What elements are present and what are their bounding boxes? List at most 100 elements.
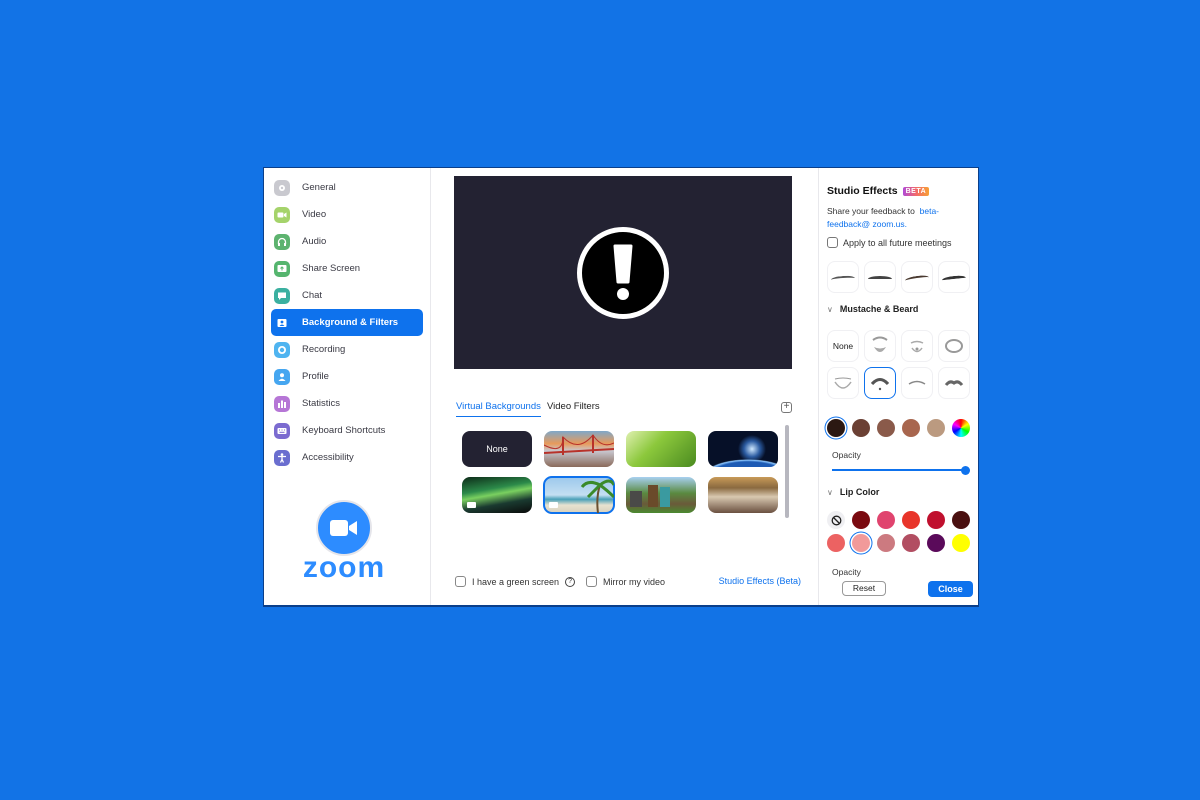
camera-icon: [316, 500, 372, 556]
mustache-opacity-slider[interactable]: [832, 465, 970, 475]
checkbox-box: [827, 237, 838, 248]
green-screen-checkbox[interactable]: I have a green screen ?: [455, 576, 576, 587]
sidebar-item-label: Statistics: [302, 398, 341, 409]
sidebar-item-label: Accessibility: [302, 452, 354, 463]
mustache-none[interactable]: None: [827, 330, 859, 362]
green-screen-label: I have a green screen: [472, 576, 560, 587]
sidebar-item-label: Keyboard Shortcuts: [302, 425, 386, 436]
sidebar-item-recording[interactable]: Recording: [271, 336, 423, 363]
sidebar-item-chat[interactable]: Chat: [271, 282, 423, 309]
background-tabs: Virtual Backgrounds Video Filters +: [454, 401, 794, 421]
sidebar-item-profile[interactable]: Profile: [271, 363, 423, 390]
mustache-beard-heading: Mustache & Beard: [839, 304, 919, 314]
video-preview: [454, 176, 792, 369]
lip-color-swatch[interactable]: [927, 534, 945, 552]
eyebrow-option[interactable]: [938, 261, 970, 293]
warning-icon: [577, 226, 669, 319]
headphones-icon: [274, 233, 290, 250]
feedback-text: Share your feedback to beta-feedback@ zo…: [827, 205, 978, 231]
video-indicator-icon: [467, 502, 476, 508]
sidebar-item-label: General: [302, 182, 336, 193]
mustache-color-swatch[interactable]: [827, 419, 845, 437]
sidebar-item-keyboard-shortcuts[interactable]: Keyboard Shortcuts: [271, 417, 423, 444]
lip-color-swatch[interactable]: [927, 511, 945, 529]
background-earth[interactable]: [708, 431, 778, 467]
close-button[interactable]: Close: [928, 581, 973, 597]
lip-color-swatches-row-2: [827, 534, 970, 552]
eyebrow-option[interactable]: [901, 261, 933, 293]
add-background-button[interactable]: +: [781, 402, 792, 413]
background-northern-lights[interactable]: [462, 477, 532, 513]
eyebrow-option[interactable]: [864, 261, 896, 293]
lip-color-swatch[interactable]: [877, 534, 895, 552]
lip-color-heading: Lip Color: [839, 487, 880, 497]
mustache-option[interactable]: [901, 367, 933, 399]
mustache-color-swatch[interactable]: [852, 419, 870, 437]
studio-effects-panel: Studio Effects BETA Share your feedback …: [818, 168, 978, 605]
eyebrow-option[interactable]: [827, 261, 859, 293]
studio-effects-link[interactable]: Studio Effects (Beta): [719, 576, 801, 586]
mustache-color-swatch[interactable]: [902, 419, 920, 437]
reset-button[interactable]: Reset: [842, 581, 886, 596]
lip-color-none[interactable]: [827, 511, 845, 529]
background-minecraft[interactable]: [626, 477, 696, 513]
zoom-logo: zoom: [299, 500, 389, 584]
sidebar-item-accessibility[interactable]: Accessibility: [271, 444, 423, 471]
mustache-beard-header[interactable]: ∨ Mustache & Beard: [827, 304, 918, 314]
sidebar-item-video[interactable]: Video: [271, 201, 423, 228]
eyebrow-options: [827, 261, 970, 293]
beard-option[interactable]: [827, 367, 859, 399]
share-screen-icon: [274, 260, 290, 277]
mustache-opacity-label: Opacity: [832, 450, 861, 460]
backgrounds-scrollbar[interactable]: [785, 425, 789, 518]
beard-option[interactable]: [901, 330, 933, 362]
lip-color-swatch[interactable]: [952, 534, 970, 552]
background-lobby[interactable]: [708, 477, 778, 513]
sidebar-item-background-and-filters[interactable]: Background & Filters: [271, 309, 423, 336]
lip-color-swatch[interactable]: [952, 511, 970, 529]
lip-color-swatch[interactable]: [827, 534, 845, 552]
gear-icon: [274, 179, 290, 196]
mustache-color-swatch[interactable]: [927, 419, 945, 437]
custom-color-picker-icon[interactable]: [952, 419, 970, 437]
sidebar-item-label: Share Screen: [302, 263, 361, 274]
settings-sidebar: General Video Audio Share Screen Chat Backgro…: [264, 168, 431, 605]
mustache-option-selected[interactable]: [864, 367, 896, 399]
mustache-color-swatches: [827, 419, 970, 437]
mirror-video-checkbox[interactable]: Mirror my video: [586, 576, 665, 587]
background-none[interactable]: None: [462, 431, 532, 467]
recording-icon: [274, 341, 290, 358]
help-icon[interactable]: ?: [565, 576, 576, 587]
sidebar-item-label: Profile: [302, 371, 329, 382]
background-beach[interactable]: [543, 476, 615, 514]
studio-effects-title: Studio Effects BETA: [827, 185, 930, 197]
lip-color-swatch[interactable]: [877, 511, 895, 529]
sidebar-item-audio[interactable]: Audio: [271, 228, 423, 255]
studio-effects-title-text: Studio Effects: [827, 185, 898, 197]
lip-color-swatch[interactable]: [902, 534, 920, 552]
beard-option[interactable]: [938, 330, 970, 362]
logo-wordmark: zoom: [302, 551, 386, 584]
slider-thumb[interactable]: [961, 465, 970, 475]
apply-all-meetings-checkbox[interactable]: Apply to all future meetings: [827, 237, 952, 248]
beard-option[interactable]: [864, 330, 896, 362]
tab-video-filters[interactable]: Video Filters: [547, 401, 600, 416]
lip-color-header[interactable]: ∨ Lip Color: [827, 487, 879, 497]
mustache-option[interactable]: [938, 367, 970, 399]
background-grass[interactable]: [626, 431, 696, 467]
mustache-options-row-1: None: [827, 330, 970, 362]
mustache-options-row-2: [827, 367, 970, 399]
lip-color-swatch[interactable]: [852, 534, 870, 552]
lip-opacity-label: Opacity: [832, 567, 861, 577]
checkbox-box: [455, 576, 466, 587]
lip-color-swatch[interactable]: [852, 511, 870, 529]
sidebar-item-general[interactable]: General: [271, 174, 423, 201]
sidebar-item-statistics[interactable]: Statistics: [271, 390, 423, 417]
background-golden-gate[interactable]: [544, 431, 614, 467]
tab-virtual-backgrounds[interactable]: Virtual Backgrounds: [456, 401, 541, 417]
sidebar-item-share-screen[interactable]: Share Screen: [271, 255, 423, 282]
mustache-color-swatch[interactable]: [877, 419, 895, 437]
settings-window: General Video Audio Share Screen Chat Backgro…: [263, 167, 979, 607]
lip-color-swatch[interactable]: [902, 511, 920, 529]
statistics-icon: [274, 395, 290, 412]
